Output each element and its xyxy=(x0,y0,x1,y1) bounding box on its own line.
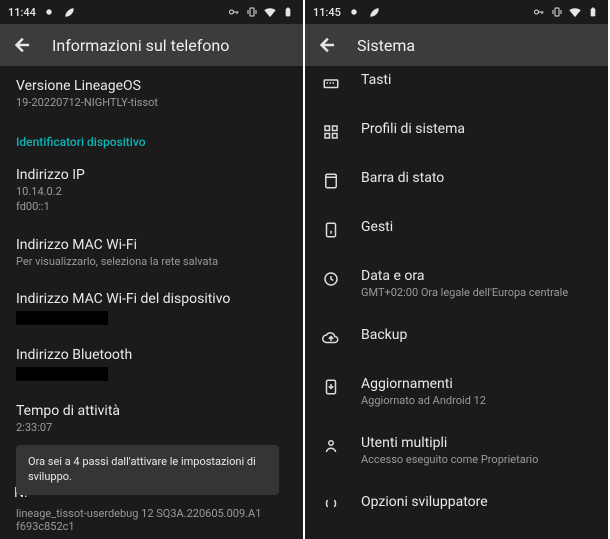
page-title: Informazioni sul telefono xyxy=(52,36,229,55)
statusbar-icon xyxy=(321,171,341,191)
item-title: Indirizzo IP xyxy=(16,167,287,183)
status-bar: 11:45 xyxy=(305,0,608,24)
wifi-icon xyxy=(568,5,582,19)
uptime-item[interactable]: Tempo di attività 2:33:07 xyxy=(16,391,287,446)
status-bar: 11:44 xyxy=(0,0,303,24)
item-sub: Per visualizzarlo, seleziona la rete sal… xyxy=(16,255,287,270)
item-sub: Aggiornato ad Android 12 xyxy=(361,394,592,407)
item-title: Tasti xyxy=(361,72,592,88)
status-time: 11:45 xyxy=(313,6,341,19)
vibrate-icon xyxy=(550,5,564,19)
system-item-developer[interactable]: Opzioni sviluppatore xyxy=(305,480,608,529)
lineage-version-item[interactable]: Versione LineageOS 19-20220712-NIGHTLY-t… xyxy=(16,66,287,121)
item-title: Data e ora xyxy=(361,268,592,284)
system-item-gesti[interactable]: Gesti xyxy=(305,205,608,254)
developer-steps-toast: Ora sei a 4 passi dall'attivare le impos… xyxy=(16,445,279,495)
item-title: Aggiornamenti xyxy=(361,376,592,392)
system-item-statusbar[interactable]: Barra di stato xyxy=(305,156,608,205)
item-title: Tempo di attività xyxy=(16,403,287,419)
item-title: Utenti multipli xyxy=(361,435,592,451)
status-time: 11:44 xyxy=(8,6,36,19)
item-title: Indirizzo MAC Wi-Fi xyxy=(16,237,287,253)
system-list: Tasti Profili di sistema Barra di stato … xyxy=(305,66,608,539)
app-bar: Sistema xyxy=(305,24,608,66)
system-item-backup[interactable]: Backup xyxy=(305,313,608,362)
dev-icon xyxy=(321,495,341,515)
back-button[interactable] xyxy=(12,35,32,55)
users-icon xyxy=(321,436,341,456)
key-icon xyxy=(532,5,546,19)
device-wifi-mac-item[interactable]: Indirizzo MAC Wi-Fi del dispositivo xyxy=(16,279,287,335)
back-button[interactable] xyxy=(317,35,337,55)
section-identifiers: Identificatori dispositivo xyxy=(16,121,287,155)
item-title: Barra di stato xyxy=(361,170,592,186)
backup-icon xyxy=(321,328,341,348)
item-sub: 10.14.0.2 xyxy=(16,185,287,200)
item-title: Versione LineageOS xyxy=(16,78,287,94)
update-icon xyxy=(321,377,341,397)
leaf-icon xyxy=(62,5,76,19)
notification-icon xyxy=(42,5,56,19)
item-sub: GMT+02:00 Ora legale dell'Europa central… xyxy=(361,286,592,299)
phone-right: 11:45 Sistema xyxy=(305,0,608,539)
item-sub: fd00::1 xyxy=(16,200,287,215)
app-bar: Informazioni sul telefono xyxy=(0,24,303,66)
profiles-icon xyxy=(321,122,341,142)
ip-address-item[interactable]: Indirizzo IP 10.14.0.2 fd00::1 xyxy=(16,155,287,225)
keys-icon xyxy=(321,73,341,93)
gestures-icon xyxy=(321,220,341,240)
redacted-value xyxy=(16,367,108,381)
vibrate-icon xyxy=(245,5,259,19)
system-item-profili[interactable]: Profili di sistema xyxy=(305,107,608,156)
item-title: Gesti xyxy=(361,219,592,235)
item-title: Indirizzo MAC Wi-Fi del dispositivo xyxy=(16,291,287,307)
item-sub: 2:33:07 xyxy=(16,421,287,436)
arrow-back-icon xyxy=(12,35,32,55)
notification-icon xyxy=(347,5,361,19)
system-item-reset[interactable]: Opzioni di ripristino xyxy=(305,529,608,539)
wifi-mac-item[interactable]: Indirizzo MAC Wi-Fi Per visualizzarlo, s… xyxy=(16,225,287,280)
phone-left: 11:44 Informazioni xyxy=(0,0,303,539)
page-title: Sistema xyxy=(357,36,415,55)
system-item-updates[interactable]: Aggiornamenti Aggiornato ad Android 12 xyxy=(305,362,608,421)
item-title: Backup xyxy=(361,327,592,343)
bluetooth-address-item[interactable]: Indirizzo Bluetooth xyxy=(16,335,287,391)
key-icon xyxy=(227,5,241,19)
item-title: Profili di sistema xyxy=(361,121,592,137)
leaf-icon xyxy=(367,5,381,19)
item-title: Indirizzo Bluetooth xyxy=(16,347,287,363)
redacted-value xyxy=(16,311,108,325)
clock-icon xyxy=(321,269,341,289)
arrow-back-icon xyxy=(317,35,337,55)
battery-icon xyxy=(586,5,600,19)
item-sub: Accesso eseguito come Proprietario xyxy=(361,453,592,466)
system-item-tasti[interactable]: Tasti xyxy=(305,66,608,107)
build-number-value: lineage_tissot-userdebug 12 SQ3A.220605.… xyxy=(16,507,287,533)
system-item-users[interactable]: Utenti multipli Accesso eseguito come Pr… xyxy=(305,421,608,480)
item-sub: 19-20220712-NIGHTLY-tissot xyxy=(16,96,287,111)
battery-icon xyxy=(281,5,295,19)
wifi-icon xyxy=(263,5,277,19)
system-item-datetime[interactable]: Data e ora GMT+02:00 Ora legale dell'Eur… xyxy=(305,254,608,313)
item-title: Opzioni sviluppatore xyxy=(361,494,592,510)
